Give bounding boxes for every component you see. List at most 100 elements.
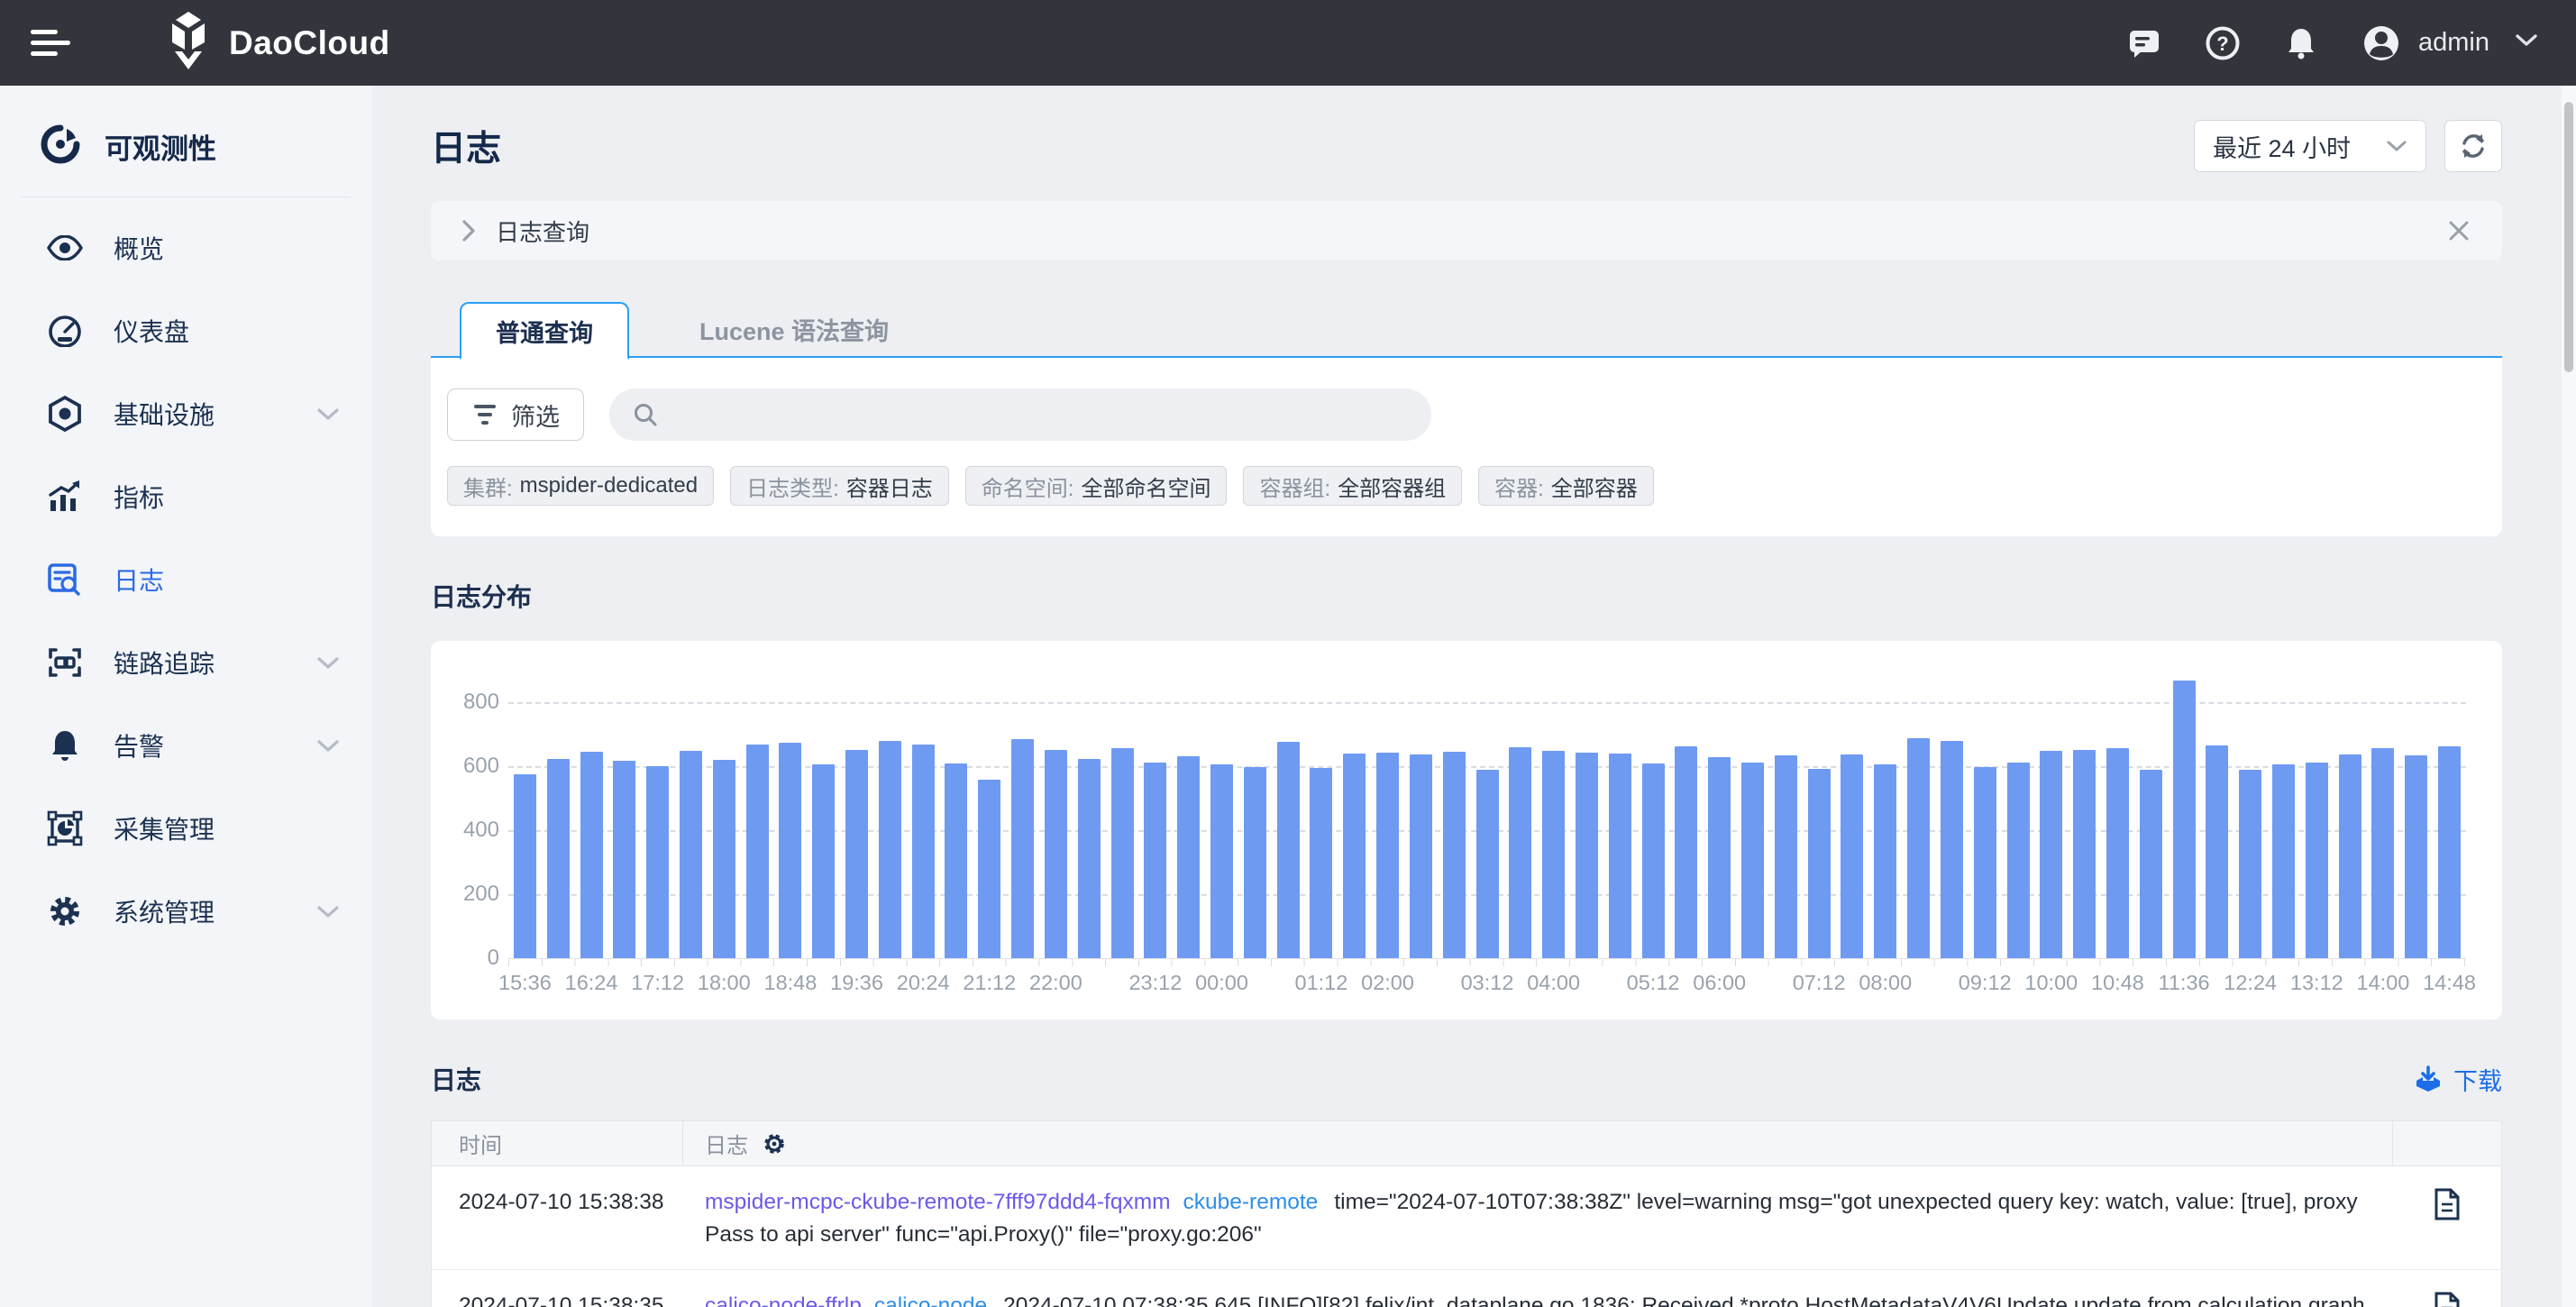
chart-bar-27[interactable] bbox=[1410, 754, 1432, 958]
container-link[interactable]: calico-node bbox=[874, 1293, 987, 1307]
chart-bar-56[interactable] bbox=[2371, 748, 2394, 958]
chart-bar-38[interactable] bbox=[1775, 755, 1797, 958]
chart-bar-7[interactable] bbox=[746, 745, 769, 958]
tab-lucene-query[interactable]: Lucene 语法查询 bbox=[699, 300, 889, 358]
chart-bar-45[interactable] bbox=[2007, 763, 2030, 958]
log-detail-button[interactable] bbox=[2393, 1270, 2501, 1307]
chart-bar-34[interactable] bbox=[1642, 763, 1665, 958]
sidebar-item-4[interactable]: 日志 bbox=[0, 538, 372, 621]
chart-bar-19[interactable] bbox=[1144, 763, 1166, 958]
chart-bar-24[interactable] bbox=[1310, 768, 1332, 958]
chart-bar-25[interactable] bbox=[1343, 754, 1366, 958]
filter-button[interactable]: 筛选 bbox=[447, 388, 584, 441]
chart-bar-48[interactable] bbox=[2106, 748, 2129, 958]
time-range-select[interactable]: 最近 24 小时 bbox=[2194, 120, 2426, 172]
chart-bar-10[interactable] bbox=[845, 750, 868, 958]
chart-bar-40[interactable] bbox=[1841, 754, 1863, 958]
filter-chip-0[interactable]: 集群:mspider-dedicated bbox=[447, 466, 714, 506]
chart-bar-43[interactable] bbox=[1941, 741, 1963, 958]
sidebar-item-0[interactable]: 概览 bbox=[0, 206, 372, 289]
chart-bar-31[interactable] bbox=[1542, 751, 1565, 958]
chart-bar-44[interactable] bbox=[1974, 767, 1996, 958]
sidebar-item-3[interactable]: 指标 bbox=[0, 455, 372, 538]
chart-bar-22[interactable] bbox=[1244, 767, 1266, 958]
chart-bar-52[interactable] bbox=[2239, 770, 2261, 958]
chart-bar-17[interactable] bbox=[1078, 759, 1101, 958]
chart-bar-50[interactable] bbox=[2173, 681, 2196, 958]
chart-bar-16[interactable] bbox=[1045, 750, 1067, 958]
notifications-bell-icon[interactable] bbox=[2285, 26, 2317, 60]
chart-bar-5[interactable] bbox=[680, 751, 702, 958]
chart-bar-57[interactable] bbox=[2405, 755, 2427, 958]
sidebar-item-5[interactable]: 链路追踪 bbox=[0, 621, 372, 704]
chart-bar-33[interactable] bbox=[1609, 754, 1631, 958]
chart-bar-41[interactable] bbox=[1874, 764, 1896, 958]
filter-chip-1[interactable]: 日志类型:容器日志 bbox=[730, 466, 949, 506]
container-link[interactable]: ckube-remote bbox=[1183, 1190, 1319, 1214]
close-icon[interactable] bbox=[2446, 218, 2471, 243]
tab-normal-query[interactable]: 普通查询 bbox=[460, 302, 629, 360]
search-input[interactable] bbox=[671, 401, 1392, 429]
chart-bar-20[interactable] bbox=[1177, 756, 1200, 958]
chart-bar-37[interactable] bbox=[1741, 763, 1764, 958]
sidebar-item-8[interactable]: 系统管理 bbox=[0, 870, 372, 953]
chart-bar-46[interactable] bbox=[2040, 751, 2062, 958]
pod-link[interactable]: calico-node-ffrlp bbox=[705, 1293, 862, 1307]
chart-bar-3[interactable] bbox=[613, 761, 635, 958]
chart-bar-32[interactable] bbox=[1576, 753, 1598, 958]
chart-bar-14[interactable] bbox=[978, 780, 1000, 958]
chart-bar-0[interactable] bbox=[514, 774, 536, 958]
filter-chip-2[interactable]: 命名空间:全部命名空间 bbox=[965, 466, 1228, 506]
chart-bar-29[interactable] bbox=[1476, 770, 1499, 958]
chart-bar-8[interactable] bbox=[779, 743, 801, 958]
log-query-collapse-bar[interactable]: 日志查询 bbox=[431, 201, 2502, 260]
chart-bar-6[interactable] bbox=[713, 760, 735, 958]
chart-bar-35[interactable] bbox=[1675, 746, 1697, 958]
help-icon[interactable]: ? bbox=[2206, 26, 2240, 60]
username[interactable]: admin bbox=[2418, 28, 2489, 58]
sidebar-item-6[interactable]: 告警 bbox=[0, 704, 372, 787]
chart-bar-28[interactable] bbox=[1443, 752, 1466, 958]
log-detail-button[interactable] bbox=[2393, 1166, 2501, 1269]
download-button[interactable]: 下载 bbox=[2414, 1062, 2502, 1097]
chart-bar-9[interactable] bbox=[812, 764, 835, 958]
avatar[interactable] bbox=[2362, 24, 2400, 62]
pod-link[interactable]: mspider-mcpc-ckube-remote-7fff97ddd4-fqx… bbox=[705, 1190, 1171, 1214]
column-settings-gear-icon[interactable] bbox=[763, 1132, 786, 1156]
filter-chip-4[interactable]: 容器:全部容器 bbox=[1478, 466, 1654, 506]
chart-bar-42[interactable] bbox=[1907, 738, 1930, 958]
chart-bar-12[interactable] bbox=[912, 745, 935, 958]
user-menu-chevron-down-icon[interactable] bbox=[2515, 33, 2538, 52]
chart-bar-47[interactable] bbox=[2073, 750, 2096, 958]
messages-icon[interactable] bbox=[2128, 27, 2160, 59]
chart-bar-55[interactable] bbox=[2339, 754, 2361, 958]
chart-bar-26[interactable] bbox=[1376, 753, 1399, 958]
chart-bar-23[interactable] bbox=[1277, 742, 1300, 958]
chart-bar-30[interactable] bbox=[1509, 747, 1531, 958]
chart-bar-18[interactable] bbox=[1111, 748, 1134, 958]
chart-bar-11[interactable] bbox=[879, 741, 901, 958]
chart-bar-53[interactable] bbox=[2272, 764, 2295, 958]
chart-bar-4[interactable] bbox=[646, 766, 669, 958]
search-box[interactable] bbox=[609, 388, 1431, 441]
sidebar-item-2[interactable]: 基础设施 bbox=[0, 372, 372, 455]
refresh-button[interactable] bbox=[2444, 120, 2502, 172]
chart-bar-36[interactable] bbox=[1708, 757, 1731, 958]
brand-logo[interactable]: DaoCloud bbox=[162, 12, 390, 74]
page-scrollbar[interactable] bbox=[2562, 86, 2576, 1307]
chart-bar-21[interactable] bbox=[1210, 764, 1233, 958]
chart-bar-49[interactable] bbox=[2140, 770, 2162, 958]
chart-bar-51[interactable] bbox=[2206, 745, 2228, 958]
chart-plot-area[interactable]: 020040060080015:3616:2417:1218:0018:4819… bbox=[508, 641, 2466, 958]
chart-bar-15[interactable] bbox=[1011, 739, 1034, 958]
chart-bar-1[interactable] bbox=[547, 759, 570, 958]
sidebar-item-1[interactable]: 仪表盘 bbox=[0, 289, 372, 372]
scrollbar-thumb[interactable] bbox=[2564, 102, 2573, 372]
chart-bar-2[interactable] bbox=[580, 752, 603, 958]
sidebar-item-7[interactable]: 采集管理 bbox=[0, 787, 372, 870]
chart-bar-39[interactable] bbox=[1808, 769, 1831, 958]
chart-bar-58[interactable] bbox=[2438, 746, 2461, 958]
menu-toggle-icon[interactable] bbox=[31, 23, 72, 62]
chart-bar-54[interactable] bbox=[2306, 763, 2328, 958]
chart-bar-13[interactable] bbox=[945, 763, 967, 958]
